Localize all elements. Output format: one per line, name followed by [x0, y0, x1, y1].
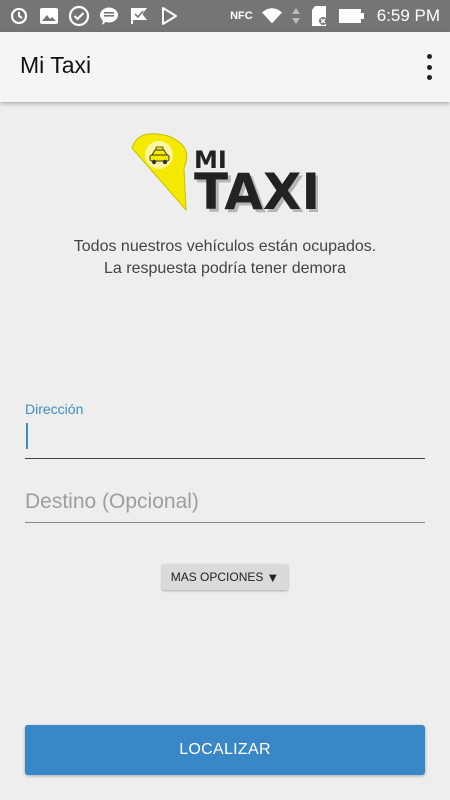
flag-icon [128, 5, 150, 27]
more-vert-icon[interactable] [422, 54, 436, 80]
sd-card-icon [309, 5, 331, 27]
sync-icon [8, 5, 30, 27]
more-options-label: MAS OPCIONES [170, 570, 264, 584]
locate-button[interactable]: LOCALIZAR [25, 725, 425, 775]
play-store-icon [158, 5, 180, 27]
logo-text-taxi: TAXI [194, 163, 318, 220]
message-icon [98, 5, 120, 27]
check-circle-icon [68, 5, 90, 27]
app-title: Mi Taxi [20, 52, 92, 78]
photo-icon [38, 5, 60, 27]
system-icons: NFC 6:59 PM [230, 0, 440, 32]
battery-icon [338, 5, 365, 27]
address-input[interactable] [25, 420, 425, 459]
message-line-1: Todos nuestros vehículos están ocupados. [73, 238, 377, 255]
destination-input[interactable] [25, 482, 425, 523]
locate-label: LOCALIZAR [179, 741, 271, 758]
more-options-button[interactable]: MAS OPCIONES ▼ [162, 564, 288, 590]
wifi-icon [261, 5, 283, 27]
address-label: Dirección [25, 401, 84, 417]
status-bar: NFC 6:59 PM [0, 0, 450, 32]
app-bar: Mi Taxi [0, 32, 450, 102]
status-time: 6:59 PM [376, 6, 440, 25]
text-cursor [26, 423, 28, 449]
notification-icons [8, 0, 180, 32]
triangle-down-icon: ▼ [266, 569, 280, 585]
message-line-2: La respuesta podría tener demora [104, 260, 346, 277]
data-arrows-icon [291, 5, 301, 27]
nfc-icon: NFC [230, 10, 253, 22]
availability-message: Todos nuestros vehículos están ocupados.… [0, 236, 450, 280]
mi-taxi-logo: TAXI MI TAXI [128, 130, 323, 224]
